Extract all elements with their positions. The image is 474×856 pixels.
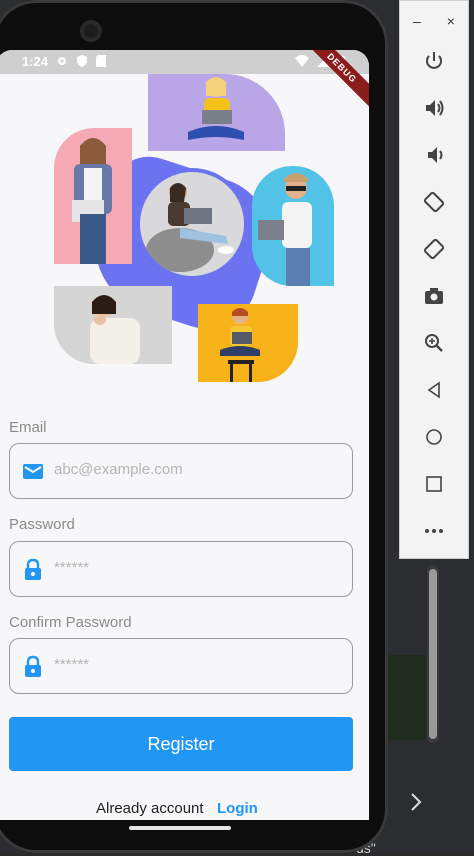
shield-icon (77, 55, 87, 67)
power-button[interactable] (420, 47, 448, 75)
photo-woman-beanbag (140, 172, 244, 276)
confirm-password-label: Confirm Password (9, 614, 132, 631)
gear-icon (58, 57, 66, 65)
camera-lens (80, 20, 102, 42)
mail-icon (23, 464, 43, 479)
password-label: Password (9, 516, 75, 533)
overview-button[interactable] (420, 470, 448, 498)
status-time: 1:24 (22, 54, 49, 69)
phone-frame: 1:24 DEBUG Email abc@example.com Passwor… (0, 0, 388, 853)
volume-down-button[interactable] (420, 141, 448, 169)
home-indicator[interactable] (129, 826, 231, 830)
ide-scrollbar[interactable] (427, 565, 439, 743)
photo-woman-turtleneck (54, 286, 172, 364)
ide-panel (386, 655, 426, 740)
ide-scrollbar-thumb[interactable] (429, 569, 437, 739)
confirm-password-placeholder: ****** (54, 656, 90, 673)
login-link[interactable]: Login (217, 800, 258, 817)
rotate-left-icon (423, 191, 445, 213)
home-button[interactable] (420, 423, 448, 451)
status-bar: 1:24 DEBUG (0, 50, 369, 113)
photo-woman-plaid (54, 128, 132, 264)
volume-down-icon (428, 147, 443, 163)
zoom-icon (425, 334, 443, 352)
photo-man-stool (198, 304, 298, 382)
confirm-password-field[interactable]: ****** (9, 638, 353, 694)
volume-up-icon (426, 100, 444, 116)
more-button[interactable] (420, 517, 448, 545)
close-button[interactable]: × (447, 13, 455, 29)
back-icon (427, 381, 440, 399)
wifi-icon (295, 55, 309, 67)
sd-card-icon (96, 55, 106, 67)
rotate-right-button[interactable] (420, 235, 448, 263)
screenshot-button[interactable] (420, 282, 448, 310)
more-icon (425, 529, 443, 533)
already-account-text: Already account (96, 800, 204, 817)
email-placeholder: abc@example.com (54, 461, 183, 478)
hero-collage (0, 74, 369, 384)
rotate-left-button[interactable] (420, 188, 448, 216)
minimize-button[interactable]: – (413, 13, 421, 29)
password-field[interactable]: ****** (9, 541, 353, 597)
password-placeholder: ****** (54, 559, 90, 576)
email-label: Email (9, 419, 47, 436)
lock-icon (25, 558, 41, 580)
register-button[interactable]: Register (9, 717, 353, 771)
volume-up-button[interactable] (420, 94, 448, 122)
lock-icon (25, 655, 41, 677)
email-field[interactable]: abc@example.com (9, 443, 353, 499)
chevron-right-icon[interactable] (405, 790, 427, 814)
photo-girl-laptop (148, 74, 285, 151)
app-screen: 1:24 DEBUG Email abc@example.com Passwor… (0, 50, 369, 820)
power-icon (426, 52, 442, 69)
home-icon (426, 429, 442, 445)
overview-icon (426, 476, 442, 492)
back-button[interactable] (420, 376, 448, 404)
photo-man-sunglasses (252, 166, 334, 286)
rotate-right-icon (423, 238, 445, 260)
zoom-button[interactable] (420, 329, 448, 357)
emulator-toolbar: – × (399, 0, 469, 559)
camera-icon (425, 288, 443, 304)
